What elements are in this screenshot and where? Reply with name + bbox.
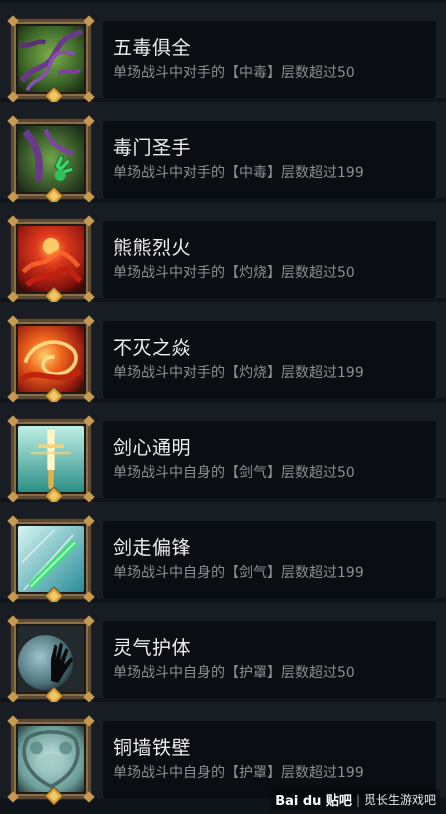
achievement-title: 不灭之焱	[113, 337, 192, 359]
icon-frame	[7, 615, 95, 705]
achievement-panel[interactable]: 铜墙铁壁 单场战斗中自身的【护罩】层数超过199	[103, 721, 436, 798]
achievement-title: 铜墙铁壁	[113, 737, 192, 759]
shield-hand-icon	[18, 626, 84, 692]
achievement-panel[interactable]: 不灭之焱 单场战斗中对手的【灼烧】层数超过199	[103, 321, 436, 398]
achievement-panel[interactable]: 熊熊烈火 单场战斗中对手的【灼烧】层数超过50	[103, 221, 436, 298]
glowing-sword-icon	[18, 426, 84, 492]
icon-frame	[7, 515, 95, 605]
achievement-panel[interactable]: 剑心通明 单场战斗中自身的【剑气】层数超过50	[103, 421, 436, 498]
achievement-row: 毒门圣手 单场战斗中对手的【中毒】层数超过199	[0, 100, 446, 205]
achievement-description: 单场战斗中对手的【灼烧】层数超过199	[113, 365, 364, 381]
jade-sword-icon	[18, 526, 84, 592]
achievement-description: 单场战斗中对手的【灼烧】层数超过50	[113, 265, 355, 281]
achievement-description: 单场战斗中自身的【剑气】层数超过50	[113, 465, 355, 481]
medal-icon	[45, 787, 63, 805]
achievement-row: 五毒俱全 单场战斗中对手的【中毒】层数超过50	[0, 0, 446, 105]
poison-vines-icon	[18, 26, 84, 92]
achievement-panel[interactable]: 五毒俱全 单场战斗中对手的【中毒】层数超过50	[103, 21, 436, 98]
achievement-row: 灵气护体 单场战斗中自身的【护罩】层数超过50	[0, 600, 446, 705]
icon-frame	[7, 215, 95, 305]
achievement-row: 铜墙铁壁 单场战斗中自身的【护罩】层数超过199	[0, 700, 446, 805]
watermark-logo: Bai du 贴吧	[275, 794, 352, 809]
achievement-panel[interactable]: 剑走偏锋 单场战斗中自身的【剑气】层数超过199	[103, 521, 436, 598]
achievement-row: 熊熊烈火 单场战斗中对手的【灼烧】层数超过50	[0, 200, 446, 305]
watermark: Bai du 贴吧 | 觅长生游戏吧	[271, 789, 440, 810]
achievement-title: 灵气护体	[113, 637, 192, 659]
achievement-row: 剑走偏锋 单场战斗中自身的【剑气】层数超过199	[0, 500, 446, 605]
achievement-row: 剑心通明 单场战斗中自身的【剑气】层数超过50	[0, 400, 446, 505]
achievement-description: 单场战斗中对手的【中毒】层数超过50	[113, 65, 355, 81]
achievement-title: 剑走偏锋	[113, 537, 192, 559]
achievement-description: 单场战斗中自身的【护罩】层数超过50	[113, 665, 355, 681]
poison-hand-icon	[18, 126, 84, 192]
icon-frame	[7, 115, 95, 205]
fire-swirl-icon	[18, 326, 84, 392]
watermark-text: 觅长生游戏吧	[363, 793, 436, 807]
achievement-panel[interactable]: 灵气护体 单场战斗中自身的【护罩】层数超过50	[103, 621, 436, 698]
icon-frame	[7, 15, 95, 105]
fire-orb-icon	[18, 226, 84, 292]
icon-frame	[7, 315, 95, 405]
achievement-title: 剑心通明	[113, 437, 192, 459]
achievement-description: 单场战斗中自身的【剑气】层数超过199	[113, 565, 364, 581]
icon-frame	[7, 415, 95, 505]
achievement-row: 不灭之焱 单场战斗中对手的【灼烧】层数超过199	[0, 300, 446, 405]
achievement-description: 单场战斗中自身的【护罩】层数超过199	[113, 765, 364, 781]
achievement-title: 熊熊烈火	[113, 237, 192, 259]
icon-frame	[7, 715, 95, 805]
stone-shield-icon	[18, 726, 84, 792]
achievement-title: 五毒俱全	[113, 37, 192, 59]
achievement-description: 单场战斗中对手的【中毒】层数超过199	[113, 165, 364, 181]
achievement-title: 毒门圣手	[113, 137, 192, 159]
watermark-separator: |	[355, 792, 360, 807]
achievement-panel[interactable]: 毒门圣手 单场战斗中对手的【中毒】层数超过199	[103, 121, 436, 198]
